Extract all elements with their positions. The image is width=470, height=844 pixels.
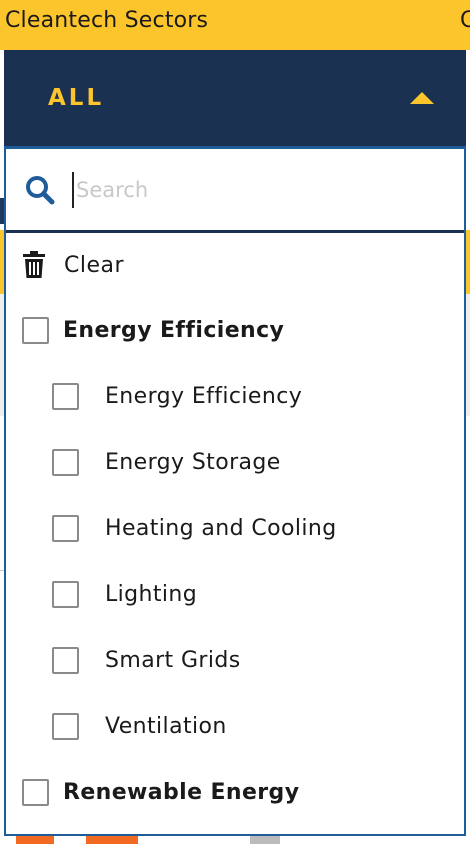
checkbox[interactable] bbox=[22, 316, 49, 344]
checkbox[interactable] bbox=[52, 448, 79, 476]
clear-label: Clear bbox=[64, 252, 125, 278]
checkbox[interactable] bbox=[52, 712, 79, 740]
select-value: ALL bbox=[48, 85, 105, 111]
option-energy-efficiency[interactable]: Energy Efficiency bbox=[6, 363, 464, 429]
option-label: Energy Efficiency bbox=[105, 383, 303, 409]
caret-up-icon[interactable] bbox=[410, 92, 434, 104]
header-cut-text: C bbox=[460, 8, 470, 33]
option-label: Energy Efficiency bbox=[63, 317, 285, 343]
option-lighting[interactable]: Lighting bbox=[6, 561, 464, 627]
option-heating-and-cooling[interactable]: Heating and Cooling bbox=[6, 495, 464, 561]
clear-button[interactable]: Clear bbox=[6, 233, 464, 297]
search-bar bbox=[6, 149, 464, 233]
background-card-edge bbox=[86, 836, 138, 844]
option-label: Lighting bbox=[105, 581, 198, 607]
trash-icon bbox=[23, 251, 45, 278]
option-label: Ventilation bbox=[105, 713, 227, 739]
sector-dropdown: Clear Energy Efficiency Energy Efficienc… bbox=[4, 146, 466, 836]
checkbox[interactable] bbox=[22, 778, 49, 806]
option-label: Smart Grids bbox=[105, 647, 241, 673]
checkbox[interactable] bbox=[52, 646, 79, 674]
checkbox[interactable] bbox=[52, 514, 79, 542]
option-smart-grids[interactable]: Smart Grids bbox=[6, 627, 464, 693]
options-list: Clear Energy Efficiency Energy Efficienc… bbox=[6, 233, 464, 825]
option-label: Energy Storage bbox=[105, 449, 281, 475]
checkbox[interactable] bbox=[52, 382, 79, 410]
search-input[interactable] bbox=[72, 171, 412, 208]
checkbox[interactable] bbox=[52, 580, 79, 608]
option-energy-efficiency-group[interactable]: Energy Efficiency bbox=[6, 297, 464, 363]
option-label: Heating and Cooling bbox=[105, 515, 337, 541]
page-title: Cleantech Sectors bbox=[5, 8, 209, 33]
option-label: Renewable Energy bbox=[63, 779, 300, 805]
background-card-edge bbox=[250, 836, 280, 844]
option-renewable-energy-group[interactable]: Renewable Energy bbox=[6, 759, 464, 825]
option-energy-storage[interactable]: Energy Storage bbox=[6, 429, 464, 495]
search-icon bbox=[26, 175, 55, 204]
sector-select[interactable]: ALL bbox=[4, 50, 466, 146]
option-ventilation[interactable]: Ventilation bbox=[6, 693, 464, 759]
background-card-edge bbox=[16, 836, 54, 844]
